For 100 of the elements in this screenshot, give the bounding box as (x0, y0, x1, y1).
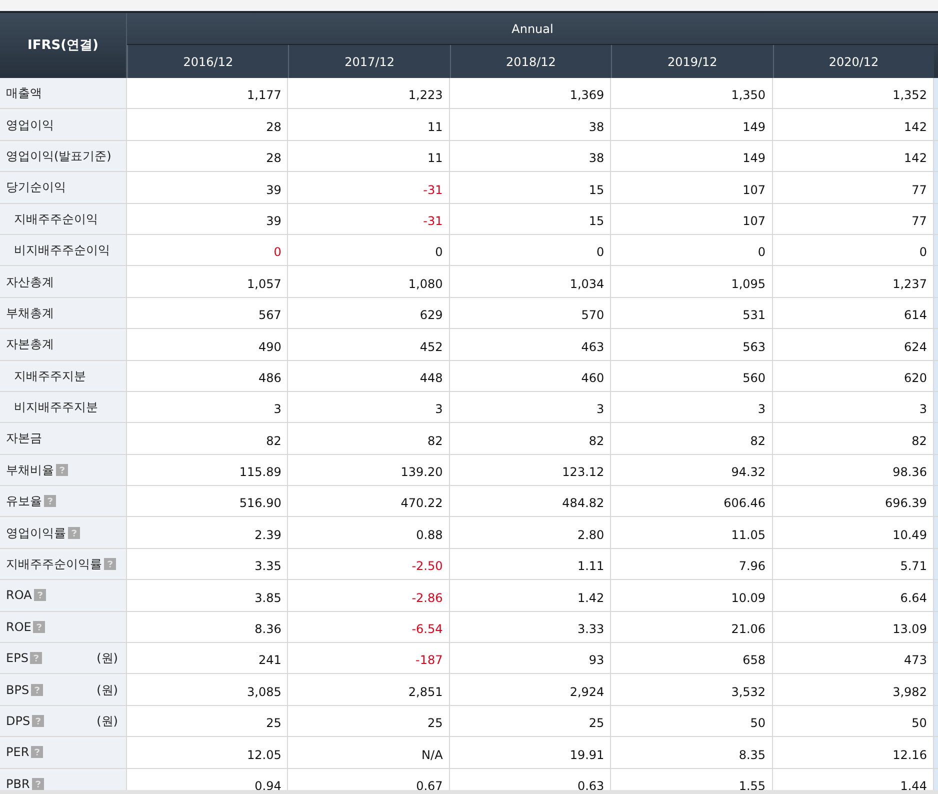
table-cell: 3.35 (127, 548, 288, 580)
table-cell: 490 (127, 329, 288, 360)
table-cell: 3 (288, 392, 450, 422)
row-label: 매출액 (6, 85, 42, 102)
unit-label: (원) (96, 682, 118, 699)
table-cell: -31 (288, 204, 450, 234)
row-label: 당기순이익 (6, 179, 66, 196)
table-cell: 10.09 (611, 580, 773, 611)
row-label: 영업이익(발표기준) (6, 148, 112, 165)
table-cell: 15 (450, 172, 612, 203)
help-icon[interactable] (33, 620, 46, 633)
help-icon[interactable] (31, 746, 44, 758)
table-cell: 12.05 (127, 737, 288, 768)
table-cell: 3 (450, 392, 612, 422)
column-header: 2019/12 (611, 45, 773, 78)
help-icon[interactable] (32, 778, 44, 790)
table-cell: 15 (450, 204, 612, 234)
table-cell: 1,350 (611, 78, 773, 108)
table-cell: 629 (288, 298, 450, 328)
row-label: 자본총계 (6, 336, 54, 354)
table-cell: 460 (450, 360, 612, 391)
row-label: 지배주주순이익 (14, 210, 98, 228)
help-icon[interactable] (56, 464, 68, 476)
column-header: 2016/12 (127, 45, 288, 78)
table-cell: -2.50 (288, 548, 450, 580)
table-cell: 8.36 (127, 612, 288, 642)
table-cell: 39 (127, 172, 288, 203)
table-cell: 1.11 (450, 548, 612, 580)
help-icon[interactable] (68, 526, 80, 539)
row-label: 자본금 (6, 430, 42, 448)
unit-label: (원) (96, 650, 118, 668)
table-cell: 606.46 (611, 486, 773, 516)
table-cell: 19.91 (450, 737, 612, 768)
table-cell: 39 (127, 204, 288, 234)
table-cell: 1,080 (288, 266, 450, 297)
table-cell: 516.90 (127, 486, 288, 516)
table-cell: 3 (127, 392, 288, 422)
table-cell: 107 (611, 204, 773, 234)
help-icon[interactable] (34, 589, 46, 602)
table-cell: 3.85 (127, 580, 288, 611)
table-cell: 570 (450, 298, 612, 328)
table-cell: 0 (127, 234, 288, 266)
table-cell: 1.42 (450, 580, 612, 611)
table-cell: 1,177 (127, 78, 288, 108)
help-icon[interactable] (30, 652, 42, 664)
table-cell: 3,532 (611, 674, 773, 705)
table-cell: 50 (611, 706, 773, 736)
table-cell: 149 (611, 109, 773, 140)
table-cell: 463 (450, 329, 612, 360)
table-cell: 1,223 (288, 78, 450, 108)
help-icon[interactable] (32, 715, 44, 727)
table-cell: 25 (450, 706, 612, 736)
table-cell: 11 (288, 140, 450, 172)
table-cell: 8.35 (611, 737, 773, 768)
table-cell: 25 (127, 706, 288, 736)
table-cell: 38 (450, 140, 612, 172)
table-cell: 3,085 (127, 674, 288, 705)
column-header: 2020/12 (772, 45, 934, 78)
row-label: 영업이익률 (6, 524, 66, 542)
row-label: EPS (6, 650, 28, 668)
table-cell: 567 (127, 298, 288, 328)
row-label: 부채총계 (6, 304, 54, 322)
table-cell: 2.80 (450, 517, 612, 548)
table-cell: 82 (450, 423, 612, 454)
table-cell: 3.33 (450, 612, 612, 642)
row-label: 비지배주주지분 (14, 399, 98, 416)
help-icon[interactable] (31, 684, 44, 696)
table-cell: -31 (288, 172, 450, 203)
table-cell: 7.96 (611, 548, 773, 580)
table-cell: 0 (288, 234, 450, 266)
table-cell: -6.54 (288, 612, 450, 642)
table-cell: 2.39 (127, 517, 288, 548)
table-cell: 82 (288, 423, 450, 454)
table-cell: 486 (127, 360, 288, 391)
row-label: 지배주주지분 (14, 368, 86, 385)
table-cell: 241 (127, 643, 288, 674)
unit-label: (원) (96, 713, 118, 730)
table-cell: 1,369 (450, 78, 612, 108)
table-cell: 531 (611, 298, 773, 328)
table-cell: -187 (288, 643, 450, 674)
row-label: 지배주주순이익률 (6, 556, 102, 574)
table-cell: 2,851 (288, 674, 450, 705)
table-cell: 448 (288, 360, 450, 391)
table-cell: 0 (611, 234, 773, 266)
table-cell: 82 (127, 423, 288, 454)
table-cell: 38 (450, 109, 612, 140)
row-label: BPS (6, 682, 30, 699)
row-label: 부채비율 (6, 462, 54, 479)
table-cell: 658 (611, 643, 773, 674)
table-cell: 3 (611, 392, 773, 422)
table-cell: 0.88 (288, 517, 450, 548)
table-cell: 149 (611, 140, 773, 172)
row-label: 자산총계 (6, 274, 54, 291)
table-cell: N/A (288, 737, 450, 768)
column-header: 2018/12 (450, 45, 612, 78)
table-cell: 452 (288, 329, 450, 360)
help-icon[interactable] (104, 558, 116, 570)
table-cell: 1,095 (611, 266, 773, 297)
help-icon[interactable] (44, 495, 56, 508)
table-cell: 28 (127, 140, 288, 172)
